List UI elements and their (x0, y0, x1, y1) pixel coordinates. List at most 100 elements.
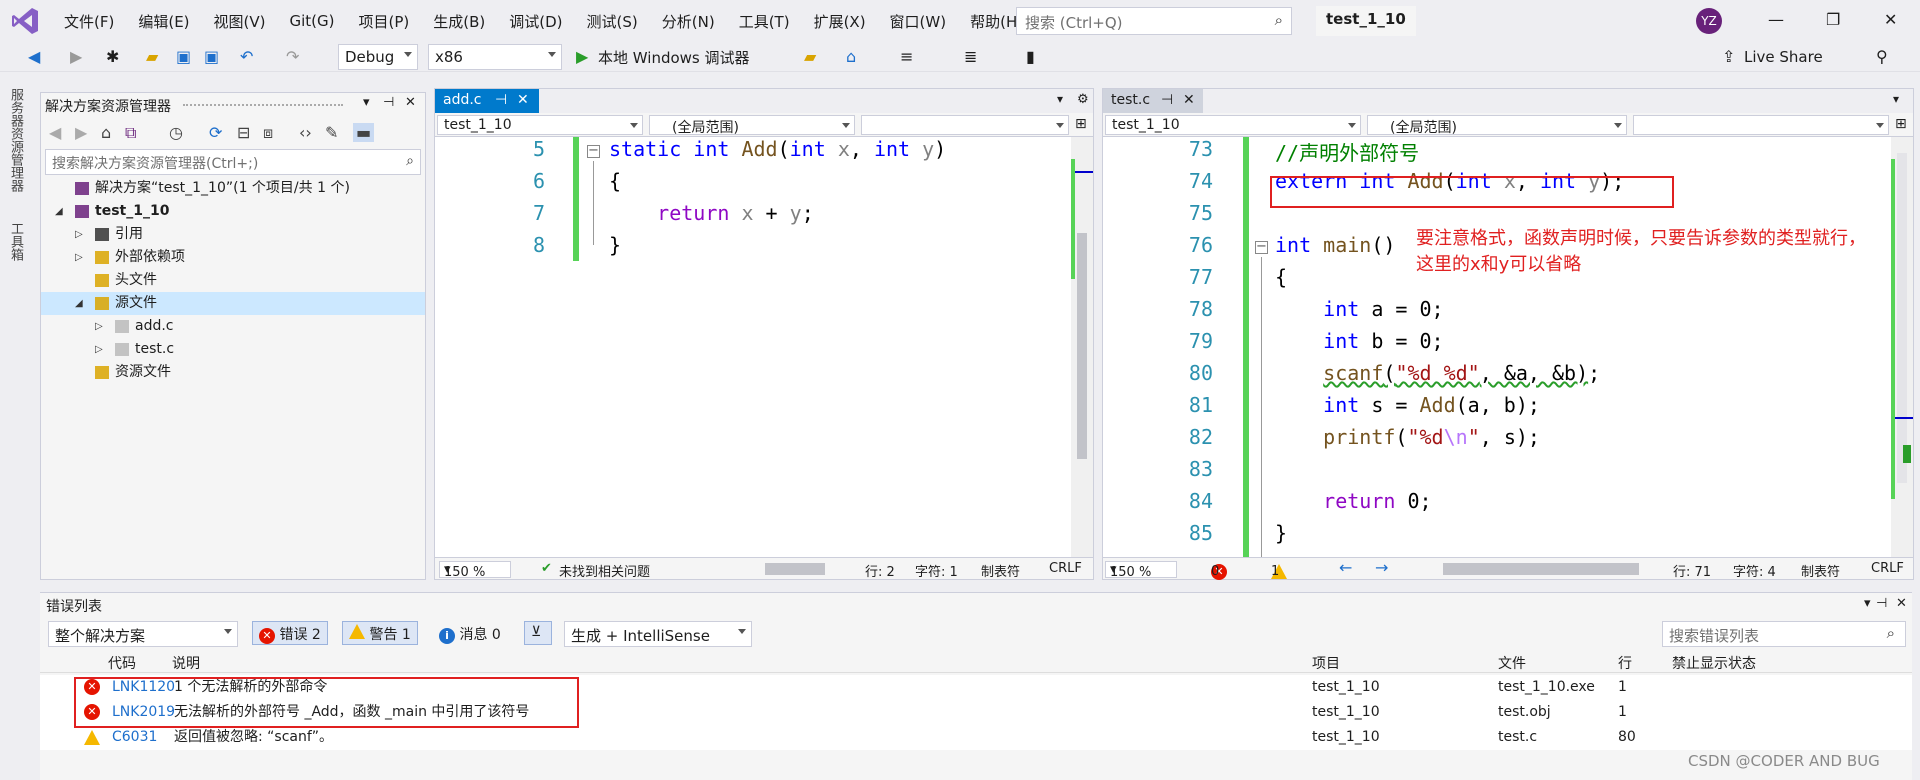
issues-status[interactable]: 未找到相关问题 (559, 561, 650, 580)
find-in-files-icon[interactable]: ▰ (804, 47, 816, 66)
home-icon[interactable]: ⌂ (846, 47, 856, 66)
pin-icon[interactable]: ⊣ (383, 95, 394, 110)
bookmark-icon[interactable]: ▮ (1026, 47, 1035, 66)
collapse-arrow-icon[interactable]: ◢ (75, 292, 83, 315)
preview-icon[interactable]: ▬ (353, 123, 375, 142)
save-all-icon[interactable]: ▣ (204, 47, 219, 66)
menu-item[interactable]: 工具(T) (727, 11, 802, 32)
save-icon[interactable]: ▣ (176, 47, 191, 66)
menu-item[interactable]: 分析(N) (650, 11, 727, 32)
tree-item[interactable]: ▷ 外部依赖项 (41, 246, 425, 269)
column-code[interactable]: 代码 (108, 653, 136, 673)
tree-item[interactable]: ▷ test.c (41, 338, 425, 361)
warnings-filter-button[interactable]: 警告 1 (342, 621, 418, 645)
tab-list-icon[interactable]: ▾ (1057, 92, 1063, 106)
tab-test-c[interactable]: test.c ⊣ ✕ (1103, 89, 1203, 113)
zoom-select[interactable]: 150 % ▾ (439, 561, 511, 580)
split-icon[interactable]: ⊞ (1895, 116, 1907, 132)
menu-item[interactable]: 视图(V) (202, 11, 278, 32)
tree-item[interactable]: 资源文件 (41, 361, 425, 384)
feedback-icon[interactable]: ⚲ (1876, 47, 1888, 66)
run-debugger-icon[interactable]: ▶ (576, 47, 588, 66)
properties-icon[interactable]: ✎ (325, 123, 338, 142)
char-position[interactable]: 字符: 1 (915, 561, 958, 580)
open-folder-icon[interactable]: ▰ (146, 47, 158, 66)
search-box[interactable]: 搜索 (Ctrl+Q) ⌕ (1016, 7, 1292, 35)
menu-item[interactable]: 测试(S) (575, 11, 650, 32)
collapse-icon[interactable]: − (587, 144, 600, 158)
configuration-select[interactable]: Debug (338, 44, 418, 70)
dropdown-icon[interactable]: ▾ (1864, 596, 1871, 611)
previous-issue-icon[interactable]: ← (1339, 558, 1352, 577)
scope-select[interactable]: (全局范围) (1367, 115, 1627, 135)
filter-icon[interactable]: ⊻ (524, 621, 552, 645)
redo-icon[interactable]: ↷ (286, 47, 299, 66)
line-ending[interactable]: CRLF (1049, 561, 1082, 576)
column-description[interactable]: 说明 (172, 653, 200, 673)
pin-icon[interactable]: ⊣ (1876, 596, 1887, 611)
collapse-icon[interactable]: − (1255, 240, 1268, 254)
scope-filter-select[interactable]: 整个解决方案 (48, 621, 238, 647)
new-project-icon[interactable]: ✱ (106, 47, 119, 66)
pin-icon[interactable]: ⊣ (1161, 92, 1173, 108)
live-share-button[interactable]: Live Share (1744, 48, 1823, 66)
project-select[interactable]: test_1_10 (437, 115, 643, 135)
tree-item[interactable]: ▷ 引用 (41, 223, 425, 246)
expand-arrow-icon[interactable]: ▷ (95, 338, 103, 361)
tab-add-c[interactable]: add.c ⊣ ✕ (435, 89, 539, 113)
error-search-input[interactable]: 搜索错误列表 ⌕ (1662, 621, 1906, 647)
dropdown-icon[interactable]: ▾ (363, 95, 370, 110)
error-code[interactable]: C6031 (112, 725, 176, 750)
column-suppression[interactable]: 禁止显示状态 (1672, 653, 1756, 673)
tree-item[interactable]: ◢ 源文件 (41, 292, 425, 315)
home-icon[interactable]: ⌂ (101, 123, 111, 142)
vertical-scrollbar[interactable] (1071, 137, 1093, 557)
close-icon[interactable]: ✕ (1896, 596, 1907, 611)
platform-select[interactable]: x86 (428, 44, 562, 70)
show-all-files-icon[interactable]: ⧈ (263, 123, 273, 143)
line-position[interactable]: 行: 71 (1673, 561, 1711, 580)
close-icon[interactable]: ✕ (1183, 92, 1195, 108)
tab-mode[interactable]: 制表符 (1801, 561, 1840, 580)
line-position[interactable]: 行: 2 (865, 561, 895, 580)
next-issue-icon[interactable]: → (1375, 558, 1388, 577)
pin-icon[interactable]: ⊣ (495, 92, 507, 108)
expand-arrow-icon[interactable]: ▷ (75, 223, 83, 246)
menu-item[interactable]: 调试(D) (497, 11, 574, 32)
indent-icon[interactable]: ≡ (900, 47, 913, 66)
restore-icon[interactable]: ❐ (1826, 10, 1840, 29)
solution-search-input[interactable]: 搜索解决方案资源管理器(Ctrl+;) ⌕ (45, 149, 421, 175)
tab-list-icon[interactable]: ▾ (1893, 92, 1899, 106)
error-row[interactable]: C6031 返回值被忽略: “scanf”。 test_1_10 test.c 80 (40, 725, 1912, 750)
collapse-arrow-icon[interactable]: ◢ (55, 200, 63, 223)
code-area[interactable]: 5 6 7 8 − static int Add(int x, int y) { re… (435, 137, 1093, 557)
menu-item[interactable]: 生成(B) (421, 11, 497, 32)
line-ending[interactable]: CRLF (1871, 561, 1904, 576)
tree-item[interactable]: 头文件 (41, 269, 425, 292)
pending-changes-icon[interactable]: ◷ (169, 123, 183, 142)
expand-arrow-icon[interactable]: ▷ (95, 315, 103, 338)
menu-item[interactable]: 窗口(W) (878, 11, 959, 32)
errors-filter-button[interactable]: ✕ 错误 2 (252, 621, 328, 645)
horizontal-scrollbar[interactable] (1443, 563, 1639, 575)
back-icon[interactable]: ◀ (28, 47, 40, 66)
member-select[interactable] (1633, 115, 1889, 135)
sync-icon[interactable]: ⟳ (209, 123, 222, 142)
switch-views-icon[interactable]: ⧉ (125, 123, 136, 143)
close-window-icon[interactable]: ✕ (1884, 10, 1897, 29)
forward-icon[interactable]: ▶ (75, 123, 87, 142)
column-line[interactable]: 行 (1618, 653, 1632, 673)
member-select[interactable] (861, 115, 1069, 135)
tab-mode[interactable]: 制表符 (981, 561, 1020, 580)
collapse-all-icon[interactable]: ⊟ (237, 123, 250, 142)
user-avatar[interactable]: YZ (1696, 8, 1722, 34)
zoom-select[interactable]: 150 % ▾ (1105, 561, 1177, 580)
tree-item[interactable]: 解决方案“test_1_10”(1 个项目/共 1 个) (41, 177, 425, 200)
undo-icon[interactable]: ↶ (240, 47, 253, 66)
split-icon[interactable]: ⊞ (1075, 116, 1087, 132)
minimize-icon[interactable]: — (1768, 10, 1784, 29)
comment-icon[interactable]: ≣ (964, 47, 977, 66)
source-filter-select[interactable]: 生成 + IntelliSense (564, 621, 752, 647)
scope-select[interactable]: (全局范围) (649, 115, 855, 135)
settings-icon[interactable]: ⚙ (1077, 92, 1089, 107)
